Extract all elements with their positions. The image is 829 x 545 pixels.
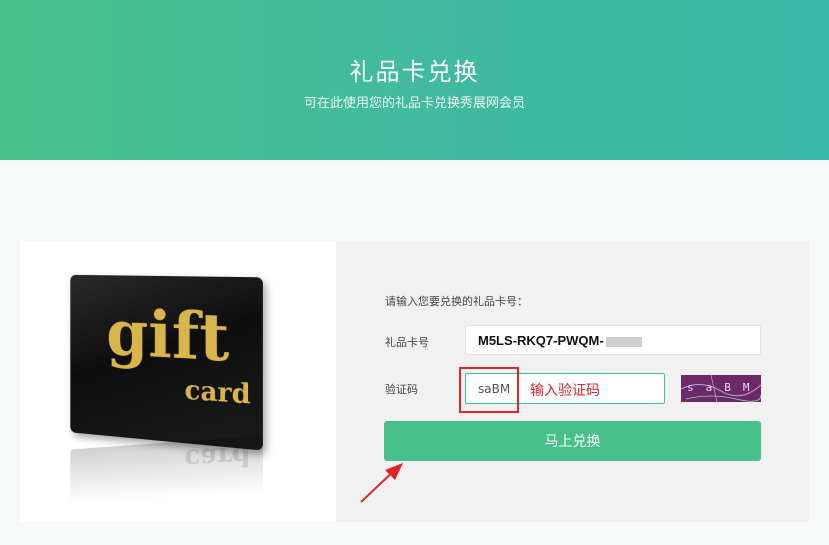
captcha-hint-annotation: 输入验证码 (530, 383, 600, 399)
form-prompt: 请输入您要兑换的礼品卡号： (385, 295, 528, 308)
gift-card-image-panel: gift card card (20, 241, 336, 522)
highlight-box (459, 367, 519, 413)
gift-card-word-card: card (184, 375, 251, 411)
page-title: 礼品卡兑换 (349, 58, 480, 86)
captcha-image-text: saBM (687, 381, 761, 394)
gift-card-word-gift: gift (106, 296, 230, 378)
gift-card-reflection: card (70, 435, 263, 517)
card-number-label: 礼品卡号 (385, 336, 429, 349)
redeem-button[interactable]: 马上兑换 (384, 421, 761, 461)
masked-digits (605, 336, 642, 347)
card-number-input[interactable]: M5LS-RKQ7-PWQM- (465, 325, 761, 355)
card-number-value: M5LS-RKQ7-PWQM- (478, 333, 604, 348)
pointer-arrow-icon (360, 463, 403, 503)
captcha-image[interactable]: saBM (681, 375, 761, 402)
captcha-label: 验证码 (385, 383, 418, 396)
gift-card-reflection-text: card (184, 438, 251, 474)
hero-banner: 礼品卡兑换 可在此使用您的礼品卡兑换秀展网会员 (0, 0, 829, 160)
page-subtitle: 可在此使用您的礼品卡兑换秀展网会员 (303, 96, 525, 111)
gift-card-illustration: gift card (70, 274, 263, 451)
